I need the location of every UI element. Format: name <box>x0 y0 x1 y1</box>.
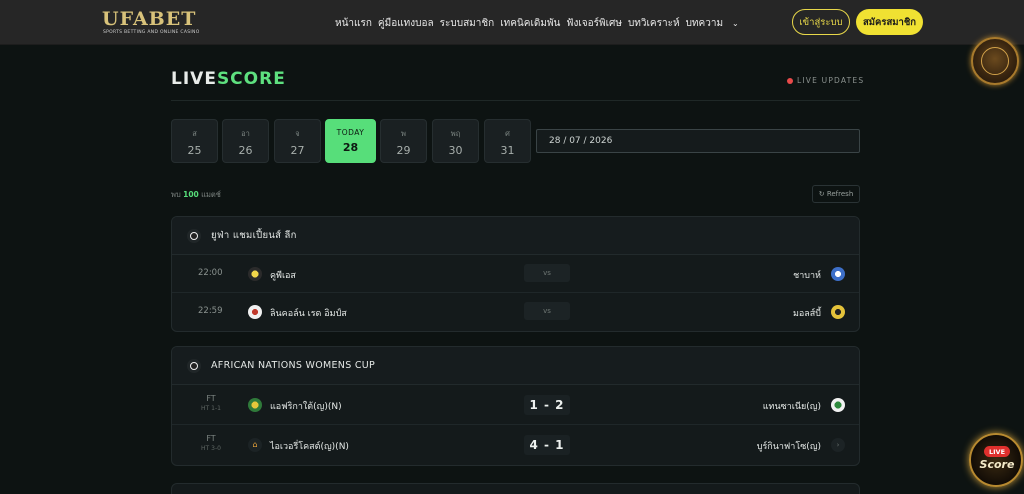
day-label: จ <box>295 129 300 138</box>
league-name: ยูฟ่า แชมเปี้ยนส์ ลีก <box>211 230 297 241</box>
nav-item-articles-label: บทความ <box>685 18 724 29</box>
day-tab-25[interactable]: ส 25 <box>171 119 218 163</box>
divider <box>171 100 860 101</box>
day-label: พฤ <box>450 129 461 138</box>
day-tab-30[interactable]: พฤ 30 <box>432 119 479 163</box>
day-label: พ <box>401 129 406 138</box>
match-row[interactable]: FT HT 3-0 ⌂ ไอเวอรี่โคสต์(ญ)(N) 4 - 1 บู… <box>172 425 859 465</box>
nav-item-membership[interactable]: ระบบสมาชิก <box>440 16 495 31</box>
match-status: FT HT 1-1 <box>196 394 226 412</box>
day-number: 30 <box>448 144 463 157</box>
league-card <box>171 483 860 494</box>
nav-item-analysis[interactable]: บทวิเคราะห์ <box>628 16 680 31</box>
day-number: 28 <box>342 141 359 154</box>
day-number: 26 <box>238 144 253 157</box>
full-time-label: FT <box>206 394 216 403</box>
league-name: AFRICAN NATIONS WOMENS CUP <box>211 360 376 371</box>
page-title-score: SCORE <box>216 69 286 89</box>
versus-label: vs <box>524 302 570 320</box>
day-number: 31 <box>500 144 515 157</box>
day-label: TODAY <box>336 128 365 137</box>
day-label: ศ <box>505 129 510 138</box>
soccer-ball-icon <box>187 358 201 373</box>
match-row[interactable]: FT HT 1-1 แอฟริกาใต้(ญ)(N) 1 - 2 แทนซาเน… <box>172 385 859 425</box>
refresh-button[interactable]: ↻ Refresh <box>812 185 860 203</box>
day-tab-today[interactable]: TODAY 28 <box>325 119 376 163</box>
away-team: มอลส์บี้ <box>792 309 821 319</box>
league-card: AFRICAN NATIONS WOMENS CUP FT HT 1-1 แอฟ… <box>171 346 860 466</box>
live-score-label: Score <box>979 458 1015 471</box>
home-team: ไอเวอรี่โคสต์(ญ)(N) <box>270 442 349 452</box>
match-row[interactable]: 22:59 ลินคอล์น เรด อิมป์ส vs มอลส์บี้ <box>172 293 859 331</box>
away-team: บูร์กินาฟาโซ(ญ) <box>756 442 821 452</box>
day-label: ส <box>192 129 197 138</box>
matches-count: พบ 100 แมตช์ <box>171 189 221 201</box>
live-dot-icon <box>787 77 793 84</box>
team-crest-icon <box>248 305 262 319</box>
team-crest-icon <box>248 267 262 281</box>
home-team: แอฟริกาใต้(ญ)(N) <box>270 402 342 412</box>
league-card: ยูฟ่า แชมเปี้ยนส์ ลีก 22:00 คูพีเอส vs ช… <box>171 216 860 332</box>
chevron-down-icon: ⌄ <box>732 19 739 28</box>
league-header[interactable]: AFRICAN NATIONS WOMENS CUP <box>172 347 859 385</box>
match-row[interactable]: 22:00 คูพีเอส vs ชาบาห์ <box>172 255 859 293</box>
team-crest-icon <box>831 398 845 412</box>
day-number: 29 <box>396 144 411 157</box>
day-number: 25 <box>187 144 202 157</box>
page-title: LIVESCORE <box>171 69 286 89</box>
half-time-score: HT 1-1 <box>201 405 221 412</box>
away-team: ชาบาห์ <box>793 271 821 281</box>
logo-text: UFABET <box>102 8 197 30</box>
soccer-ball-icon <box>187 228 201 243</box>
full-time-label: FT <box>206 434 216 443</box>
matches-count-prefix: พบ <box>171 190 181 199</box>
day-tab-29[interactable]: พ 29 <box>380 119 427 163</box>
page-title-live: LIVE <box>171 69 217 89</box>
emblem-icon <box>981 47 1009 75</box>
league-header[interactable]: ยูฟ่า แชมเปี้ยนส์ ลีก <box>172 217 859 255</box>
nav-item-articles[interactable]: บทความ ⌄ <box>686 16 745 31</box>
nav-item-home[interactable]: หน้าแรก <box>335 16 372 31</box>
day-tab-31[interactable]: ศ 31 <box>484 119 531 163</box>
match-score: 4 - 1 <box>524 435 570 455</box>
register-button[interactable]: สมัครสมาชิก <box>856 9 923 35</box>
away-team: แทนซาเนีย(ญ) <box>762 402 821 412</box>
top-navbar: UFABET SPORTS BETTING AND ONLINE CASINO … <box>0 0 1024 45</box>
team-crest-icon <box>831 305 845 319</box>
live-badge: LIVE <box>984 446 1010 457</box>
match-time: 22:59 <box>198 306 223 316</box>
match-status: FT HT 3-0 <box>196 434 226 452</box>
live-score-floating-button[interactable]: LIVE Score <box>969 433 1023 487</box>
matches-count-number: 100 <box>183 190 199 199</box>
live-updates-indicator: LIVE UPDATES <box>787 76 864 85</box>
day-tab-27[interactable]: จ 27 <box>274 119 321 163</box>
team-crest-icon <box>831 267 845 281</box>
logo-tagline: SPORTS BETTING AND ONLINE CASINO <box>103 30 200 35</box>
main-nav: หน้าแรก คู่มือแทงบอล ระบบสมาชิก เทคนิคเด… <box>335 16 751 31</box>
day-label: อา <box>241 129 250 138</box>
home-team: ลินคอล์น เรด อิมป์ส <box>270 309 347 319</box>
login-button[interactable]: เข้าสู่ระบบ <box>792 9 850 35</box>
home-team: คูพีเอส <box>270 271 296 281</box>
team-crest-icon <box>248 398 262 412</box>
match-score: 1 - 2 <box>524 395 570 415</box>
half-time-score: HT 3-0 <box>201 445 221 452</box>
nav-item-features[interactable]: ฟังเจอร์พิเศษ <box>566 16 622 31</box>
match-time: 22:00 <box>198 268 223 278</box>
nav-item-football-guide[interactable]: คู่มือแทงบอล <box>378 16 434 31</box>
matches-count-suffix: แมตช์ <box>201 190 221 199</box>
floating-emblem-button[interactable] <box>971 37 1019 85</box>
day-tab-26[interactable]: อา 26 <box>222 119 269 163</box>
nav-item-betting-tips[interactable]: เทคนิคเดิมพัน <box>500 16 560 31</box>
home-icon: ⌂ <box>248 438 262 452</box>
logo[interactable]: UFABET SPORTS BETTING AND ONLINE CASINO <box>102 8 202 38</box>
chevron-right-icon: › <box>831 438 845 452</box>
date-picker-input[interactable]: 28 / 07 / 2026 <box>536 129 860 153</box>
live-updates-label: LIVE UPDATES <box>797 76 865 85</box>
versus-label: vs <box>524 264 570 282</box>
day-number: 27 <box>290 144 305 157</box>
